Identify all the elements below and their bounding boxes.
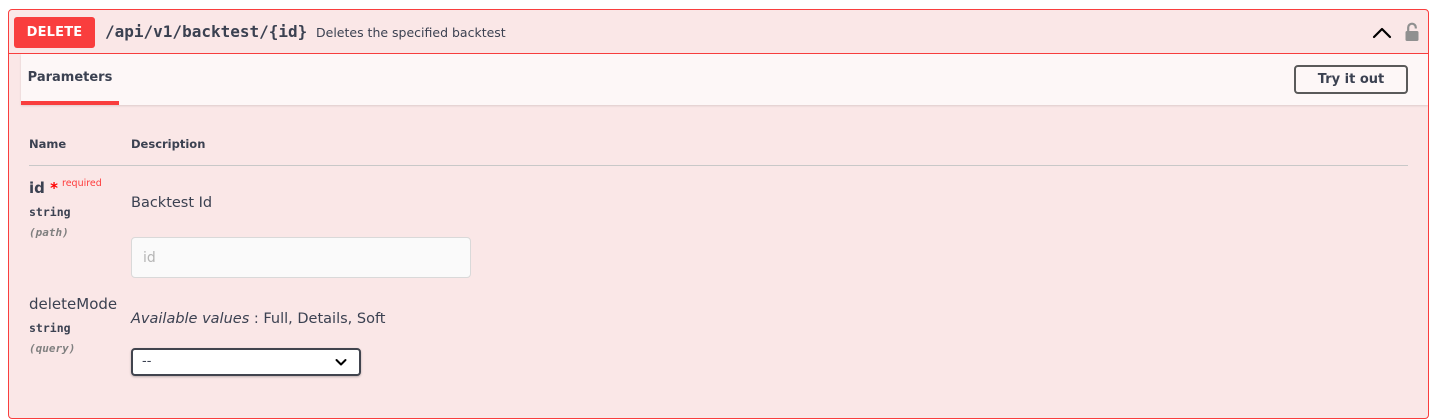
method-badge: DELETE xyxy=(14,17,95,48)
chevron-up-icon[interactable] xyxy=(1371,23,1393,41)
id-input[interactable] xyxy=(131,237,471,278)
param-location-deletemode: (query) xyxy=(29,342,76,355)
operation-block-delete: DELETE /api/v1/backtest/{id} Deletes the… xyxy=(8,9,1429,419)
column-header-name: Name xyxy=(29,137,67,151)
required-label: required xyxy=(62,178,102,189)
unlock-icon[interactable] xyxy=(1404,21,1420,43)
tab-active-indicator xyxy=(21,101,119,105)
param-name-id-text: id xyxy=(29,179,45,197)
param-location-id: (path) xyxy=(29,226,69,239)
operation-summary[interactable]: DELETE /api/v1/backtest/{id} Deletes the… xyxy=(9,10,1428,54)
delete-mode-select[interactable]: -- xyxy=(131,348,361,376)
param-name-deletemode: deleteMode xyxy=(29,295,118,313)
chevron-down-icon xyxy=(335,359,347,366)
operation-path: /api/v1/backtest/{id} xyxy=(105,22,308,41)
operation-summary-text: Deletes the specified backtest xyxy=(316,25,506,40)
param-type-deletemode: string xyxy=(29,321,71,335)
parameters-tab-bar: Parameters Try it out xyxy=(21,54,1428,105)
tab-parameters-label: Parameters xyxy=(27,70,113,85)
tab-parameters[interactable]: Parameters xyxy=(21,54,119,105)
param-description-deletemode: Available values : Full, Details, Soft xyxy=(131,311,385,327)
param-name-id: id * xyxy=(29,179,58,197)
column-header-description: Description xyxy=(131,137,206,151)
available-values-list: : Full, Details, Soft xyxy=(253,311,386,327)
table-header-divider xyxy=(29,165,1408,166)
available-values-label: Available values xyxy=(131,311,250,327)
delete-mode-selected-value: -- xyxy=(142,354,152,369)
param-description-id: Backtest Id xyxy=(131,195,213,211)
param-type-id: string xyxy=(29,205,71,219)
required-marker: * xyxy=(50,179,58,197)
try-it-out-button[interactable]: Try it out xyxy=(1294,65,1408,94)
